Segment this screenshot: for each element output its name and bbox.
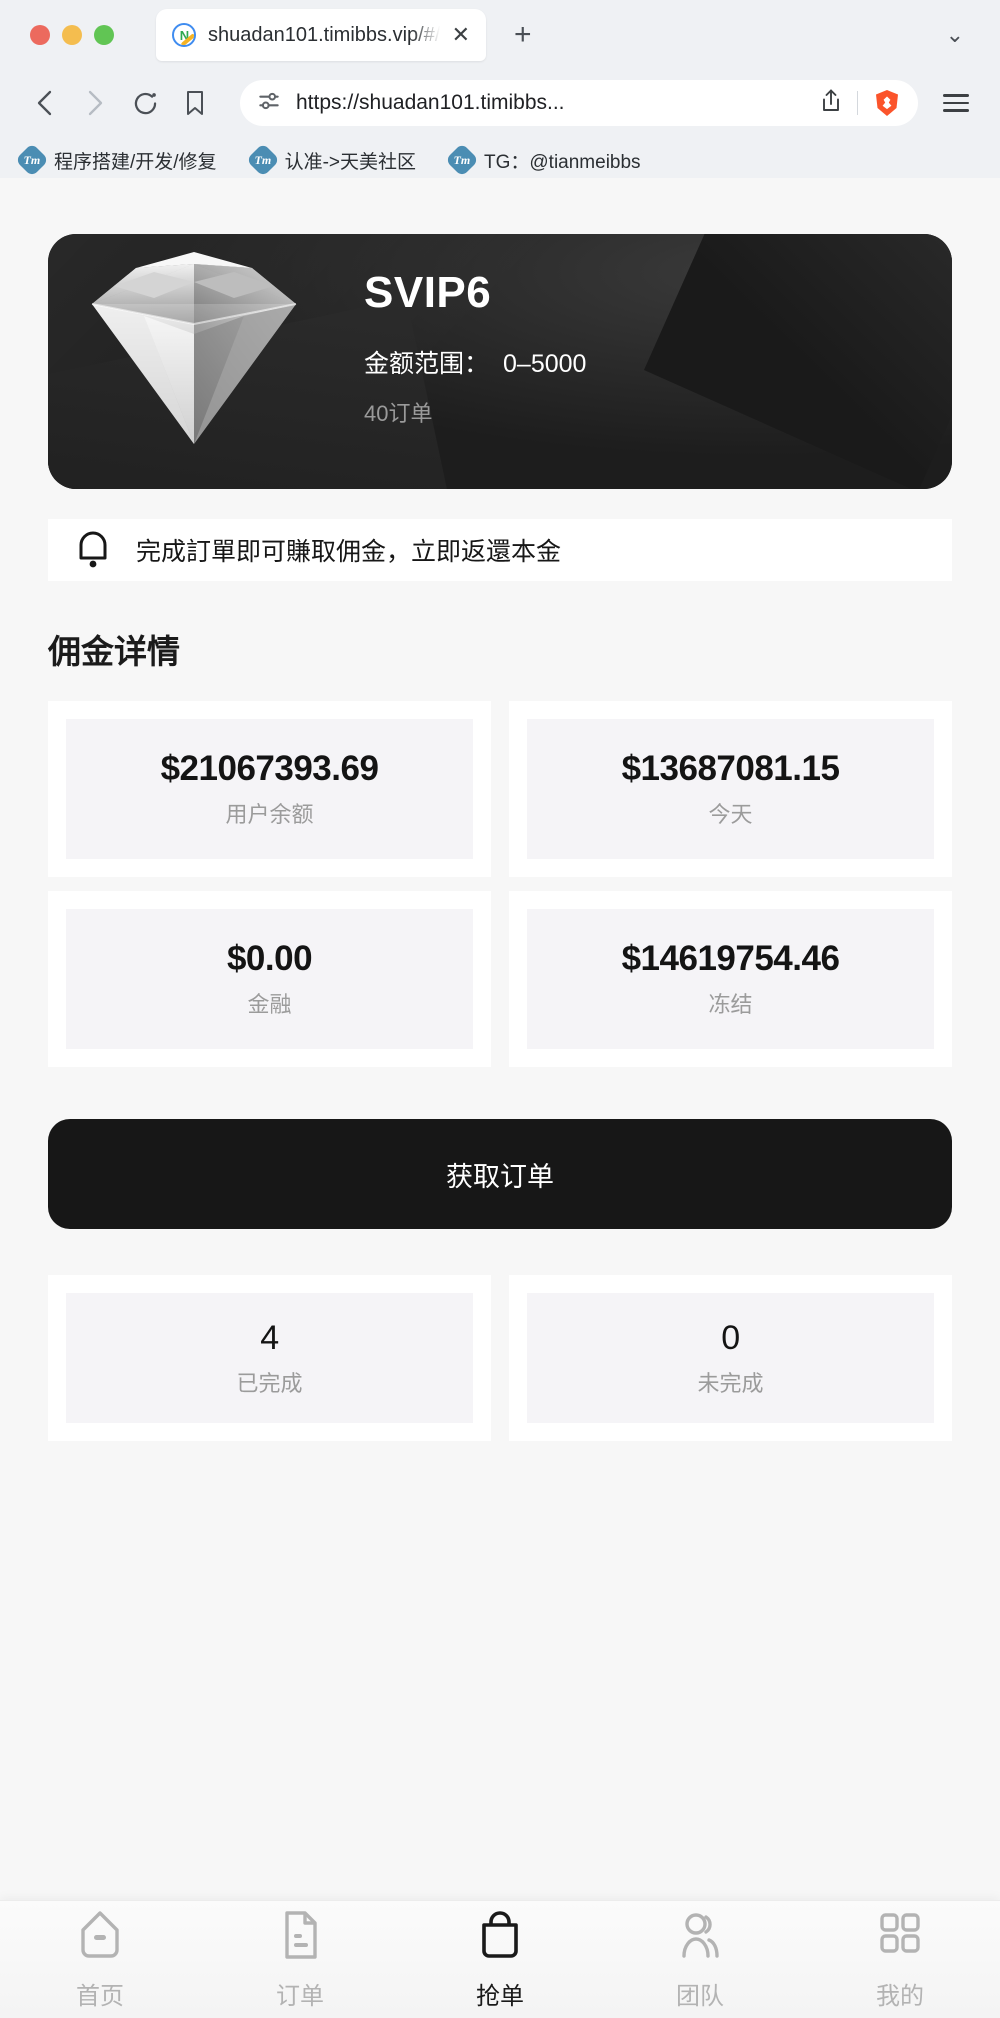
stat-card[interactable]: $13687081.15 今天 [509,701,952,877]
stat-value: $14619754.46 [621,939,840,978]
stat-value: $13687081.15 [621,749,840,788]
stat-card[interactable]: $14619754.46 冻结 [509,891,952,1067]
bottom-navigation-bar: 首页 订单 抢单 团队 我的 [0,1900,1000,2018]
vip-card-text: SVIP6 金额范围： 0–5000 40订单 [364,268,586,428]
stat-label: 金融 [247,992,292,1017]
vip-range-label: 金额范围： [364,350,490,378]
bag-icon [476,1909,524,1966]
page-title: 佣金详情 [48,633,180,670]
toolbar-divider [857,91,858,115]
close-tab-icon[interactable]: ✕ [452,24,470,46]
notice-text: 完成訂單即可賺取佣金，立即返還本金 [136,538,562,566]
bookmark-favicon-icon: Tm [445,143,479,177]
order-stat-value: 0 [721,1318,740,1357]
bookmark-label: 认准->天美社区 [284,151,416,173]
url-text: https://shuadan101.timibbs... [296,91,565,114]
page-viewport: SVIP6 金额范围： 0–5000 40订单 完成訂單即可賺取佣金，立即返還本金 [0,178,1000,2018]
browser-toolbar: https://shuadan101.timibbs... [0,70,1000,136]
nav-label: 我的 [876,1982,924,2010]
vip-order-count: 40订单 [364,401,433,426]
nav-label: 团队 [676,1982,724,2010]
close-window-button[interactable] [30,25,50,45]
vip-range-value: 0–5000 [503,350,587,378]
address-bar[interactable]: https://shuadan101.timibbs... [240,80,918,126]
nav-label: 订单 [276,1982,324,2010]
stat-card[interactable]: $21067393.69 用户余额 [48,701,491,877]
diamond-icon [91,252,297,444]
bookmark-item[interactable]: Tm 程序搭建/开发/修复 [15,143,217,177]
nav-label: 抢单 [476,1982,524,2010]
bookmark-item[interactable]: Tm 认准->天美社区 [245,143,416,177]
grid-icon [876,1909,924,1966]
vip-amount-range: 金额范围： 0–5000 [364,344,586,380]
nav-item-home[interactable]: 首页 [0,1909,200,2011]
stat-value: $21067393.69 [160,749,379,788]
nav-item-mine[interactable]: 我的 [800,1909,1000,2011]
brave-shield-icon[interactable] [872,88,902,118]
new-tab-button[interactable]: + [514,18,532,52]
stat-label: 今天 [708,802,753,827]
notice-banner: 完成訂單即可賺取佣金，立即返還本金 [48,519,952,581]
bookmarks-bar: Tm 程序搭建/开发/修复 Tm 认准->天美社区 Tm TG：@tianmei… [0,136,1000,184]
order-stat-card[interactable]: 4 已完成 [48,1275,491,1441]
nav-label: 首页 [76,1982,124,2010]
home-icon [76,1909,124,1966]
vip-level-card[interactable]: SVIP6 金额范围： 0–5000 40订单 [48,234,952,489]
tab-strip: N shuadan101.timibbs.vip/#/pag ✕ + ⌄ [0,0,1000,70]
order-stat-label: 已完成 [236,1370,303,1396]
nav-item-team[interactable]: 团队 [600,1909,800,2011]
hamburger-menu-icon[interactable] [934,94,978,112]
bookmark-item[interactable]: Tm TG：@tianmeibbs [445,143,641,177]
browser-tab[interactable]: N shuadan101.timibbs.vip/#/pag ✕ [156,9,486,61]
bell-icon [72,525,114,576]
stat-label: 用户余额 [225,802,314,827]
commission-stats-grid: $21067393.69 用户余额 $13687081.15 今天 $0.00 … [48,701,952,1067]
order-stat-label: 未完成 [697,1370,764,1396]
reload-icon[interactable] [122,80,168,126]
order-stats-grid: 4 已完成 0 未完成 [48,1275,952,1441]
site-favicon-icon: N [172,23,196,47]
stat-card[interactable]: $0.00 金融 [48,891,491,1067]
order-stat-value: 4 [260,1318,279,1357]
browser-window: N shuadan101.timibbs.vip/#/pag ✕ + ⌄ [0,0,1000,2018]
share-icon[interactable] [819,88,843,119]
minimize-window-button[interactable] [62,25,82,45]
bookmark-label: TG：@tianmeibbs [484,151,641,173]
get-order-button[interactable]: 获取订单 [48,1119,952,1229]
bookmark-label: 程序搭建/开发/修复 [54,151,217,173]
forward-button[interactable] [72,80,118,126]
bookmark-icon[interactable] [172,80,218,126]
bookmark-favicon-icon: Tm [245,143,280,177]
nav-item-orders[interactable]: 订单 [200,1909,400,2011]
stat-label: 冻结 [708,992,753,1017]
tab-title: shuadan101.timibbs.vip/#/pag [208,23,440,46]
back-button[interactable] [22,80,68,126]
vip-level-title: SVIP6 [364,268,492,317]
document-icon [278,1909,322,1966]
people-icon [676,1909,724,1966]
window-controls [14,25,114,45]
site-settings-icon[interactable] [256,88,282,119]
bookmark-favicon-icon: Tm [15,143,49,177]
maximize-window-button[interactable] [94,25,114,45]
order-stat-card[interactable]: 0 未完成 [509,1275,952,1441]
chevron-down-icon[interactable]: ⌄ [946,22,964,48]
stat-value: $0.00 [226,939,313,978]
nav-item-grab-order[interactable]: 抢单 [400,1909,600,2011]
